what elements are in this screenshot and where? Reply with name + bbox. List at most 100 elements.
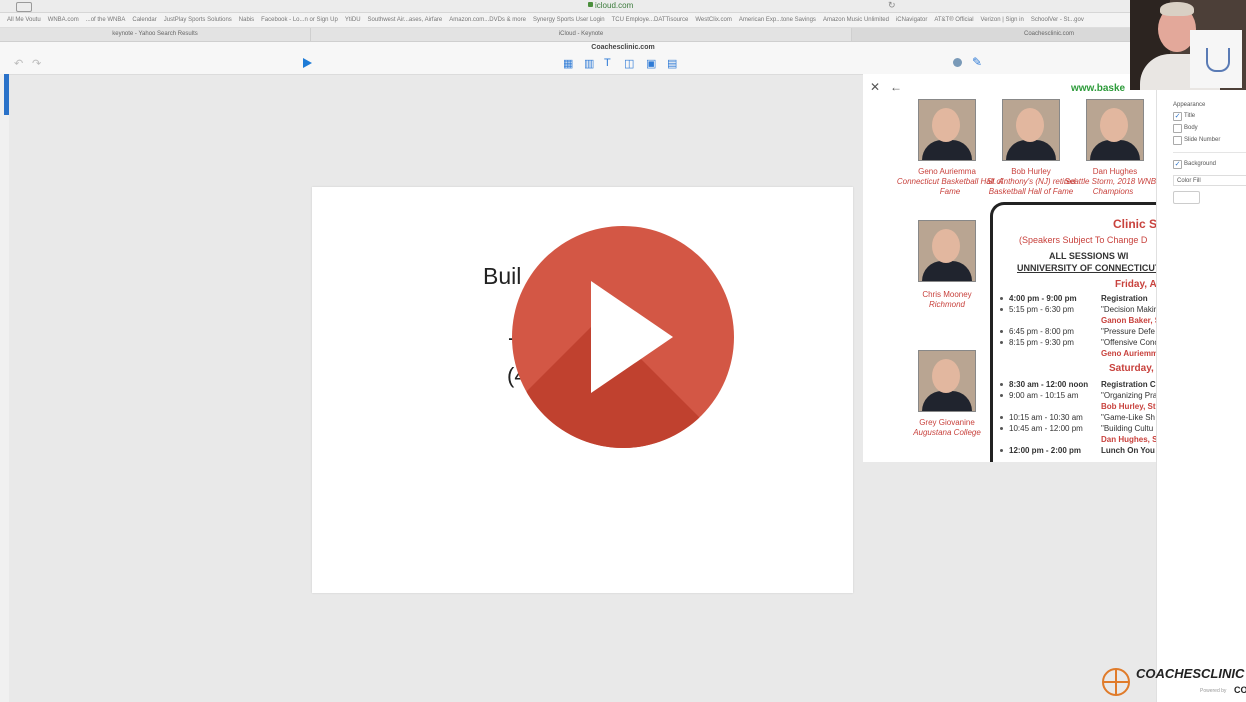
- document-title: Coachesclinic.com: [591, 44, 655, 51]
- schedule-event: Lunch On You: [1101, 446, 1155, 455]
- bookmark-item[interactable]: American Exp...tone Savings: [739, 17, 816, 23]
- bookmark-item[interactable]: Calendar: [132, 17, 156, 23]
- bookmark-item[interactable]: Facebook - Lo...n or Sign Up: [261, 17, 338, 23]
- web-popup: ✕ ← www.baske Geno Auriemma Connecticut …: [863, 74, 1156, 462]
- coach-detail: Augustana College: [913, 428, 981, 437]
- schedule-day: Saturday, A: [1109, 363, 1156, 374]
- background-checkbox-label: Background: [1184, 161, 1217, 167]
- schedule-time: 10:45 am - 12:00 pm: [1009, 424, 1083, 433]
- bookmark-item[interactable]: SchoolVer - St...gov: [1031, 17, 1084, 23]
- schedule-venue: ALL SESSIONS WI: [1049, 251, 1129, 261]
- schedule-subtitle: (Speakers Subject To Change D: [1019, 235, 1148, 245]
- close-icon[interactable]: ✕: [870, 80, 880, 94]
- slide-number-label: Slide Number: [1184, 137, 1221, 143]
- background-checkbox[interactable]: ✓: [1173, 160, 1182, 169]
- shape-icon[interactable]: ◫: [624, 57, 634, 70]
- table-icon[interactable]: ▦: [563, 57, 573, 70]
- coach-name: Dan Hughes: [1092, 167, 1138, 176]
- schedule-event: "Offensive Conc: [1101, 338, 1156, 347]
- bookmark-item[interactable]: YtiDU: [345, 17, 361, 23]
- basketball-icon: [1102, 668, 1130, 696]
- schedule-time: 12:00 pm - 2:00 pm: [1009, 446, 1082, 455]
- play-icon: [591, 281, 673, 393]
- format-icon[interactable]: ✎: [972, 55, 982, 69]
- clinic-schedule: Clinic S (Speakers Subject To Change D A…: [990, 202, 1156, 462]
- text-icon[interactable]: T: [604, 57, 611, 69]
- bullet: [1000, 449, 1003, 452]
- slide-number-checkbox[interactable]: [1173, 136, 1182, 145]
- bookmark-item[interactable]: TCU Employe...DATTisource: [612, 17, 689, 23]
- undo-icon[interactable]: ↶: [14, 57, 23, 70]
- bullet: [1000, 308, 1003, 311]
- bookmark-item[interactable]: All Me Voutu: [7, 17, 41, 23]
- collaborate-icon[interactable]: [953, 58, 962, 67]
- bullet: [1000, 416, 1003, 419]
- reload-icon[interactable]: ↻: [888, 0, 896, 11]
- bookmark-item[interactable]: Nabis: [239, 17, 254, 23]
- browser-address-bar: icloud.com ↻: [0, 0, 1246, 13]
- redo-icon[interactable]: ↷: [32, 57, 41, 70]
- schedule-time: 6:45 pm - 8:00 pm: [1009, 327, 1074, 336]
- video-play-button[interactable]: [512, 226, 734, 448]
- popup-url[interactable]: www.baske: [1071, 83, 1125, 94]
- slide-title[interactable]: Buil: [483, 263, 521, 290]
- schedule-speaker: Geno Auriemm: [1101, 349, 1156, 358]
- bookmark-item[interactable]: iCNavigator: [896, 17, 927, 23]
- bullet: [1000, 341, 1003, 344]
- coach-photo: [918, 220, 976, 282]
- schedule-time: 4:00 pm - 9:00 pm: [1009, 294, 1077, 303]
- bookmark-item[interactable]: Southwest Air...ases, Airfare: [368, 17, 443, 23]
- schedule-time: 10:15 am - 10:30 am: [1009, 413, 1083, 422]
- powered-by-brand: CO: [1234, 685, 1246, 695]
- schedule-event: "Organizing Pra: [1101, 391, 1156, 400]
- schedule-title: Clinic S: [1113, 217, 1156, 231]
- coach-photo: [1002, 99, 1060, 161]
- bookmark-item[interactable]: Verizon | Sign in: [981, 17, 1024, 23]
- media-icon[interactable]: ▣: [646, 57, 656, 70]
- coach-photo: [1086, 99, 1144, 161]
- tab-yahoo-search[interactable]: keynote - Yahoo Search Results: [0, 28, 311, 41]
- bullet: [1000, 330, 1003, 333]
- schedule-event: "Building Cultu: [1101, 424, 1154, 433]
- schedule-time: 5:15 pm - 6:30 pm: [1009, 305, 1074, 314]
- play-slideshow-button[interactable]: [303, 58, 312, 68]
- title-checkbox-label: Title: [1184, 113, 1196, 119]
- title-checkbox[interactable]: ✓: [1173, 112, 1182, 121]
- bookmark-item[interactable]: Synergy Sports User Login: [533, 17, 605, 23]
- selected-slide-indicator[interactable]: [4, 74, 9, 115]
- coach-detail: Seattle Storm, 2018 WNBA Champions: [1064, 177, 1156, 196]
- chart-icon[interactable]: ▥: [584, 57, 594, 70]
- bullet: [1000, 394, 1003, 397]
- sidebar-toggle-icon[interactable]: [16, 2, 32, 12]
- bookmark-item[interactable]: AT&T® Official: [934, 17, 973, 23]
- bullet: [1000, 297, 1003, 300]
- address-url[interactable]: icloud.com: [595, 1, 633, 10]
- schedule-day: Friday, Ap: [1115, 279, 1156, 290]
- lock-icon: [588, 2, 593, 7]
- appearance-heading: Appearance: [1173, 102, 1206, 108]
- schedule-speaker: Dan Hughes, S: [1101, 435, 1156, 444]
- format-inspector: Appearance ✓ Title Body Slide Number ✓ B…: [1156, 74, 1246, 702]
- bookmark-item[interactable]: Amazon Music Unlimited: [823, 17, 889, 23]
- bookmark-item[interactable]: ...of the WNBA: [86, 17, 126, 23]
- comment-icon[interactable]: ▤: [667, 57, 677, 70]
- fill-type-select[interactable]: Color Fill: [1173, 175, 1246, 186]
- bookmarks-bar: All Me Voutu WNBA.com ...of the WNBA Calend…: [0, 13, 1246, 28]
- schedule-event: Registration C: [1101, 380, 1156, 389]
- bookmark-item[interactable]: Amazon.com...DVDs & more: [449, 17, 526, 23]
- back-arrow-icon[interactable]: ←: [890, 80, 902, 94]
- coachesclinic-logo: COACHESCLINIC Powered by CO: [1102, 664, 1246, 702]
- body-checkbox[interactable]: [1173, 124, 1182, 133]
- bookmark-item[interactable]: JustPlay Sports Solutions: [164, 17, 232, 23]
- bullet: [1000, 427, 1003, 430]
- schedule-time: 8:30 am - 12:00 noon: [1009, 380, 1089, 389]
- keynote-toolbar: Coachesclinic.com ↶ ↷ ▦ ▥ T ◫ ▣ ▤ ✎: [0, 42, 1246, 75]
- slide-navigator[interactable]: [0, 74, 9, 702]
- bullet: [1000, 383, 1003, 386]
- body-checkbox-label: Body: [1184, 125, 1198, 131]
- tab-icloud-keynote[interactable]: iCloud - Keynote: [311, 28, 852, 41]
- bookmark-item[interactable]: WestClix.com: [695, 17, 732, 23]
- coach-photo: [918, 350, 976, 412]
- bookmark-item[interactable]: WNBA.com: [48, 17, 79, 23]
- color-well[interactable]: [1173, 191, 1200, 204]
